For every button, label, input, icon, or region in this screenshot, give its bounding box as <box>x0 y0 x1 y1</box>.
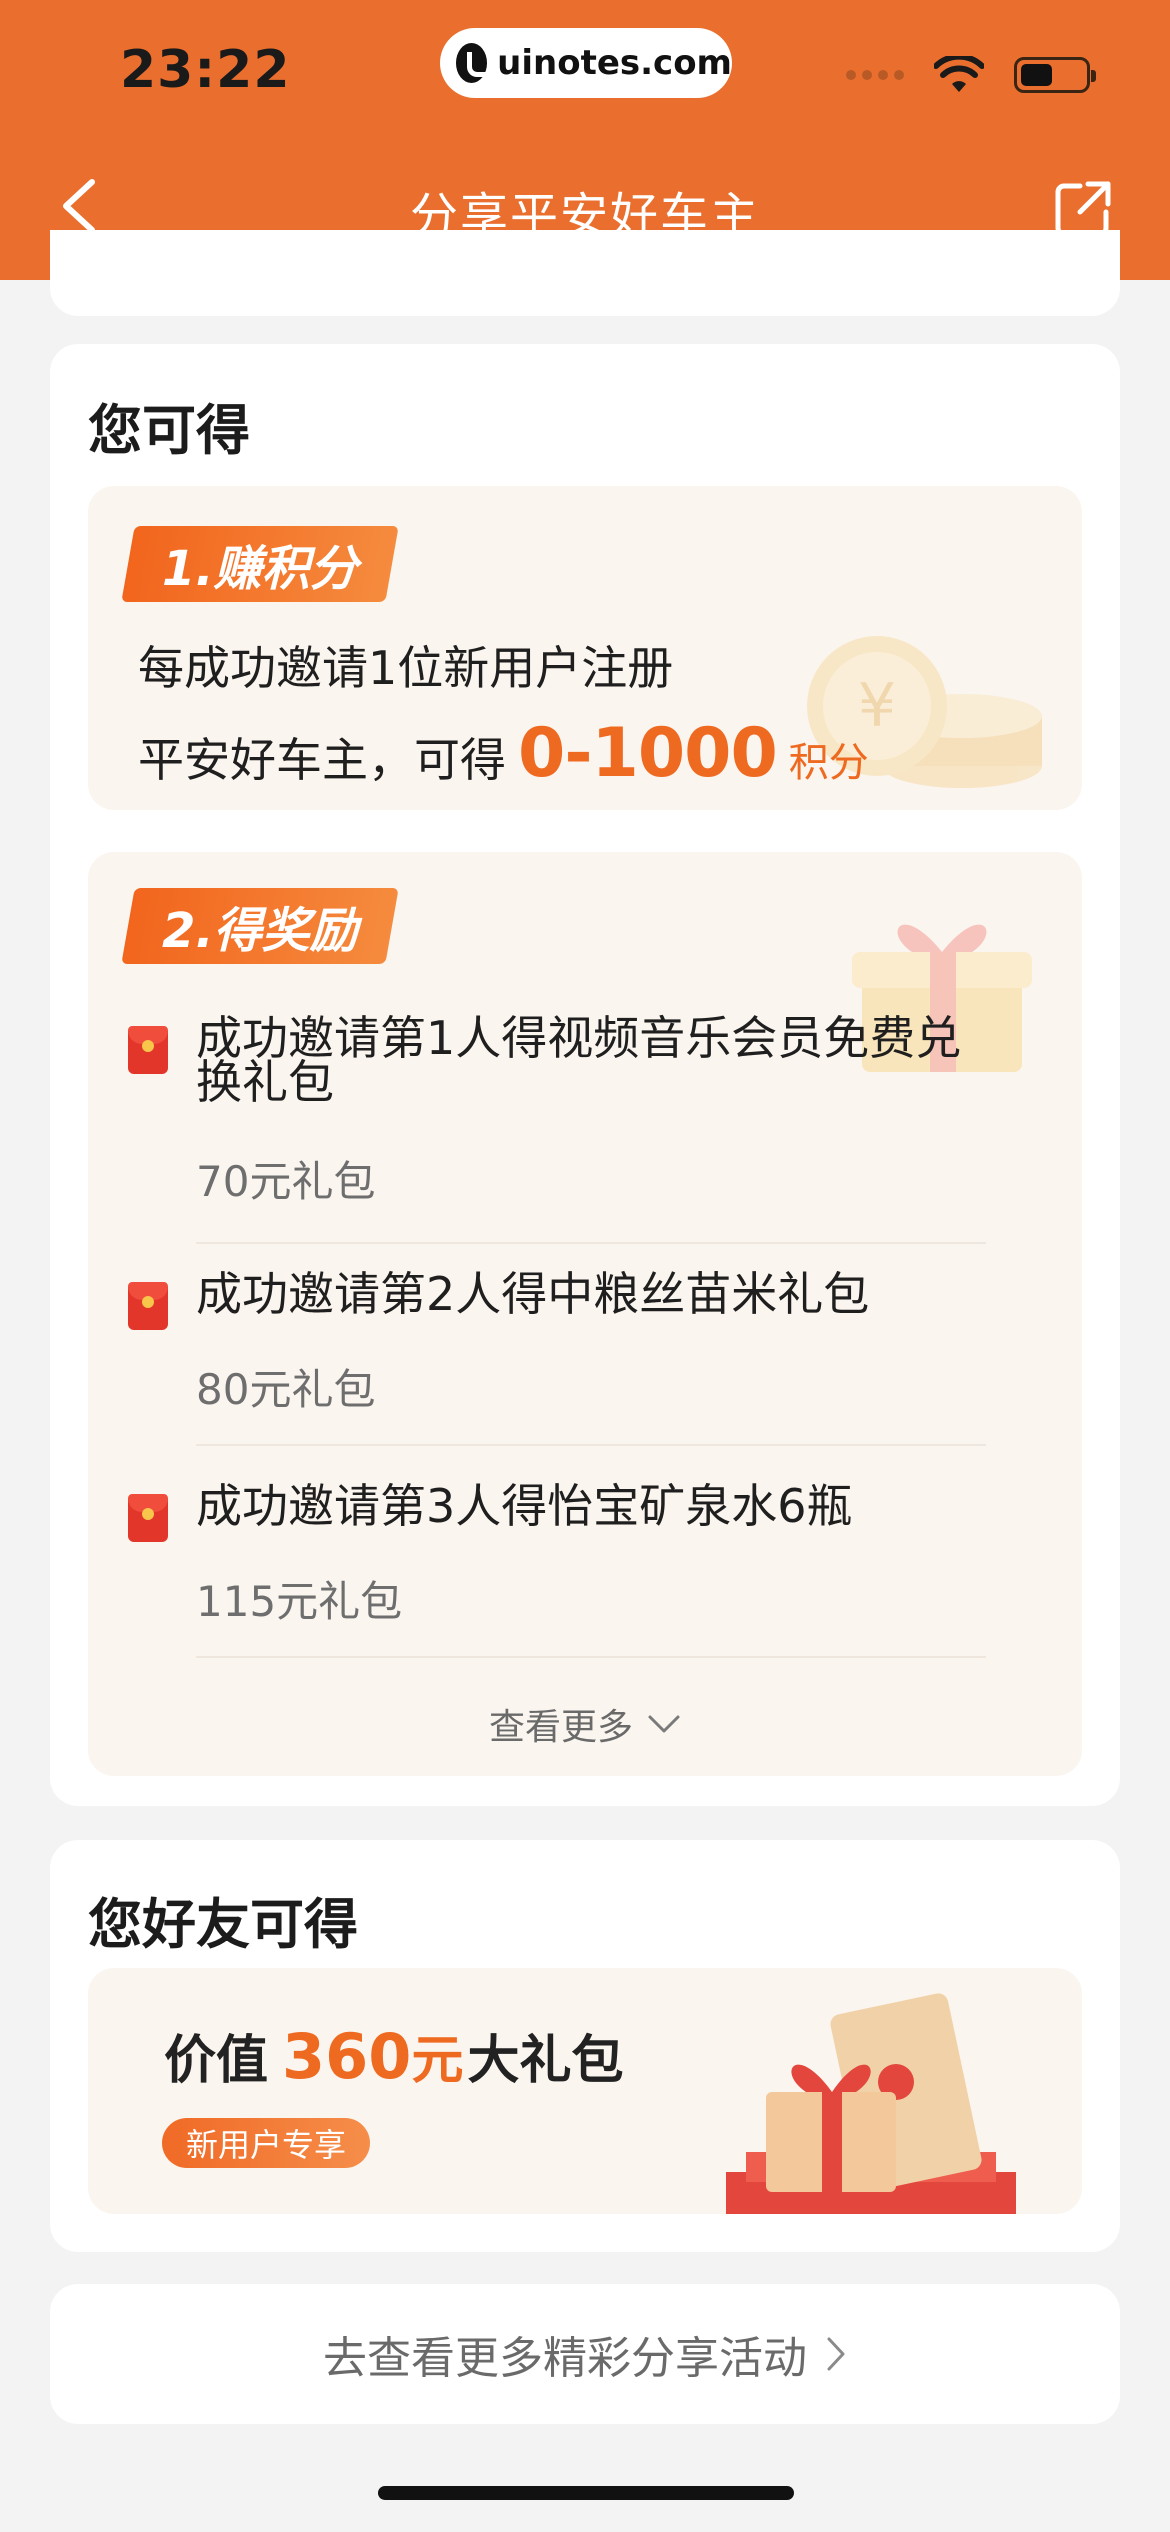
status-time: 23:22 <box>120 40 291 100</box>
previous-card-bottom <box>50 230 1120 316</box>
reward-item: 成功邀请第2人得中粮丝苗米礼包 80元礼包 <box>128 1267 1008 1472</box>
earn-points-tag: 1.赚积分 <box>121 526 399 602</box>
wifi-icon <box>934 56 984 92</box>
new-user-badge: 新用户专享 <box>162 2118 371 2168</box>
you-get-card: 您可得 1.赚积分 ¥ 每成功邀请1位新用户注册 平安好车主，可得 0-1000… <box>50 344 1120 1806</box>
earn-points-panel: 1.赚积分 ¥ 每成功邀请1位新用户注册 平安好车主，可得 0-1000 积分 <box>88 486 1082 810</box>
reward-value: 80元礼包 <box>196 1365 376 1414</box>
gift-value: 360 <box>282 2020 412 2093</box>
red-envelope-icon <box>128 1282 168 1330</box>
gift-value-line: 价值 360 元 大礼包 <box>164 2018 623 2093</box>
more-activities-row: 去查看更多精彩分享活动 <box>323 2322 847 2386</box>
reward-value: 70元礼包 <box>196 1157 376 1206</box>
url-pill[interactable]: uinotes.com <box>440 28 732 98</box>
more-activities-label: 去查看更多精彩分享活动 <box>323 2333 807 2384</box>
see-more-label: 查看更多 <box>488 1707 633 1748</box>
friend-gift-panel[interactable]: 价值 360 元 大礼包 新用户专享 <box>88 1968 1082 2214</box>
section-title-you-get: 您可得 <box>88 399 250 462</box>
reward-item: 成功邀请第3人得怡宝矿泉水6瓶 115元礼包 <box>128 1479 1008 1684</box>
points-description-line2: 平安好车主，可得 0-1000 积分 <box>138 714 869 793</box>
rewards-panel: 2.得奖励 成功邀请第1人得视频音乐会员免费兑换礼包 70元礼包 成功邀请第2人… <box>88 852 1082 1776</box>
points-prefix: 平安好车主，可得 <box>138 733 506 787</box>
divider <box>196 1444 986 1446</box>
points-value: 0-1000 <box>518 714 778 793</box>
points-description-line1: 每成功邀请1位新用户注册 <box>138 641 674 695</box>
divider <box>196 1242 986 1244</box>
friend-gets-card: 您好友可得 价值 360 元 大礼包 新用户专享 <box>50 1840 1120 2252</box>
gift-prefix: 价值 <box>164 2031 269 2091</box>
red-envelope-icon <box>128 1026 168 1074</box>
signal-icon <box>846 70 904 80</box>
status-icons <box>846 56 1096 94</box>
gift-package-icon <box>726 1993 1016 2214</box>
site-logo-icon <box>456 43 496 83</box>
see-more-button[interactable]: 查看更多 <box>88 1698 1082 1750</box>
section-title-friend-gets: 您好友可得 <box>88 1893 358 1956</box>
more-activities-link[interactable]: 去查看更多精彩分享活动 <box>50 2284 1120 2424</box>
red-envelope-icon <box>128 1494 168 1542</box>
reward-title: 成功邀请第2人得中粮丝苗米礼包 <box>196 1267 870 1321</box>
home-indicator <box>378 2486 794 2500</box>
reward-title: 成功邀请第3人得怡宝矿泉水6瓶 <box>196 1479 853 1533</box>
chevron-down-icon <box>648 1715 680 1733</box>
url-text: uinotes.com <box>497 43 732 83</box>
points-unit: 积分 <box>788 740 869 786</box>
gift-unit: 元 <box>411 2031 464 2091</box>
chevron-right-icon <box>827 2337 845 2371</box>
rewards-tag: 2.得奖励 <box>121 888 399 964</box>
gift-suffix: 大礼包 <box>467 2031 624 2091</box>
battery-icon <box>1014 57 1096 93</box>
reward-title: 成功邀请第1人得视频音乐会员免费兑换礼包 <box>196 1011 962 1109</box>
divider <box>196 1656 986 1658</box>
reward-value: 115元礼包 <box>196 1577 403 1626</box>
reward-item: 成功邀请第1人得视频音乐会员免费兑换礼包 70元礼包 <box>128 1011 1008 1256</box>
